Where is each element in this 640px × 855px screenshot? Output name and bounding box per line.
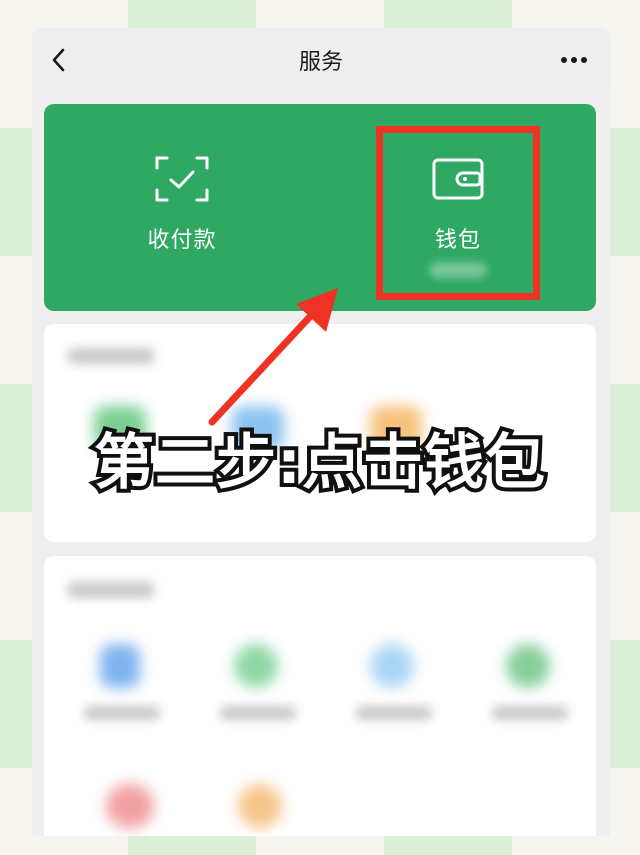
service-icon-blurred[interactable] [506, 644, 550, 688]
section-title-blurred [68, 348, 154, 364]
service-icon-blurred[interactable] [106, 784, 154, 828]
service-label-blurred [492, 706, 568, 720]
step-instruction-text: 第二步:点击钱包 [90, 424, 549, 502]
receive-pay-label: 收付款 [147, 228, 217, 253]
top-navigation-bar: 服务 [32, 28, 610, 92]
service-icon-blurred[interactable] [234, 644, 278, 688]
service-icon-blurred[interactable] [238, 784, 282, 828]
service-label-blurred [356, 706, 432, 720]
wallet-highlight-box [376, 126, 540, 300]
service-label-blurred [84, 706, 160, 720]
receive-pay-button[interactable]: 收付款 [44, 104, 320, 311]
service-label-blurred [220, 706, 296, 720]
service-section-2 [44, 556, 596, 836]
more-dots-icon [561, 57, 587, 63]
scan-check-icon [155, 156, 209, 202]
service-icon-blurred[interactable] [370, 644, 414, 688]
more-button[interactable] [556, 46, 592, 74]
service-icon-blurred[interactable] [100, 644, 140, 688]
section-title-blurred [68, 582, 154, 598]
page-title: 服务 [298, 50, 343, 75]
